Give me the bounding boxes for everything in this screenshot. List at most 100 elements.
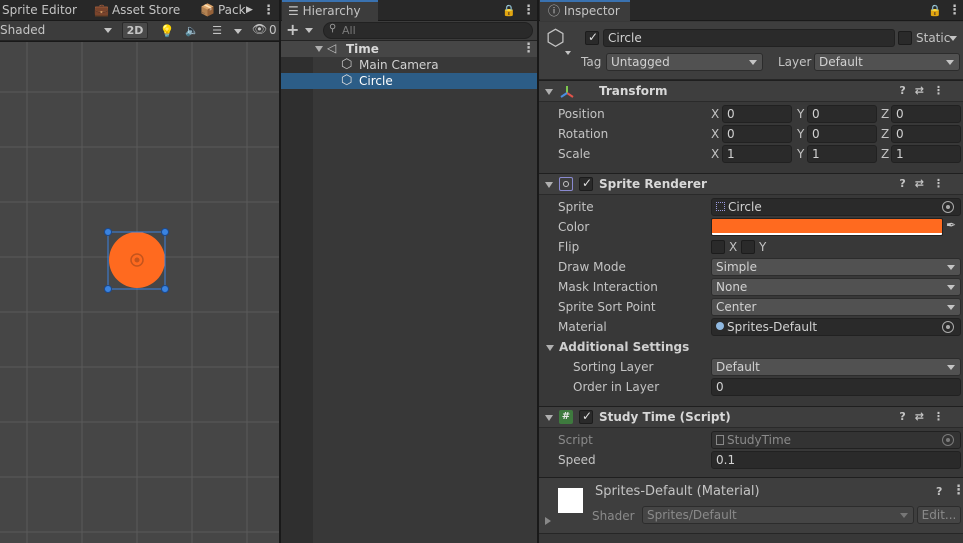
gameobject-icon[interactable]: ⬡: [546, 26, 565, 51]
material-object-field[interactable]: Sprites-Default: [711, 318, 961, 336]
component-header-icons: ?⇄⋮: [899, 84, 953, 97]
study-time-header[interactable]: # ✓ Study Time (Script) ?⇄⋮: [539, 406, 963, 428]
inspector-tab-bar: ⓘ Inspector 🔒 ⋮: [539, 0, 963, 21]
transform-axes-icon: [560, 86, 574, 98]
object-name-input[interactable]: Circle: [603, 29, 895, 47]
fold-arrow-icon[interactable]: [545, 182, 553, 188]
color-field[interactable]: [711, 218, 943, 236]
hierarchy-search-input[interactable]: ⚲ All: [323, 22, 533, 39]
speed-field[interactable]: 0.1: [711, 451, 961, 469]
chevron-down-icon: [104, 28, 112, 33]
fold-arrow-icon[interactable]: [545, 415, 553, 421]
scale-y-field[interactable]: 1: [807, 145, 877, 163]
eyedropper-icon[interactable]: ✒: [946, 218, 956, 232]
scene-row-menu-icon[interactable]: ⋮: [522, 41, 535, 57]
component-header-icons: ?⇄⋮: [899, 410, 953, 423]
object-picker-icon[interactable]: [942, 201, 954, 213]
component-menu-icon[interactable]: ⋮: [933, 410, 953, 423]
checkmark-icon: ✓: [582, 176, 593, 190]
material-preview-section: Sprites-Default (Material) ? ⋮ Shader Sp…: [539, 477, 963, 534]
layer-dropdown[interactable]: Default: [814, 53, 960, 71]
rotation-z-field[interactable]: 0: [891, 125, 961, 143]
effects-toggle-icon[interactable]: ☰: [207, 22, 227, 39]
scene-menu-icon[interactable]: ⋮: [262, 0, 275, 21]
tab-overflow-arrow[interactable]: ▶: [246, 0, 253, 21]
flip-y-checkbox[interactable]: [741, 240, 755, 254]
help-icon[interactable]: ?: [899, 410, 914, 423]
lighting-toggle-icon[interactable]: 💡: [157, 22, 177, 39]
add-dropdown-chevron-icon[interactable]: [305, 28, 313, 33]
hidden-objects-toggle[interactable]: 👁 0: [250, 22, 279, 39]
sprite-renderer-enabled-checkbox[interactable]: ✓: [579, 176, 593, 191]
order-in-layer-field[interactable]: 0: [711, 378, 961, 396]
component-menu-icon[interactable]: ⋮: [933, 177, 953, 190]
preset-icon[interactable]: ⇄: [915, 410, 933, 423]
sprite-renderer-header[interactable]: ✓ Sprite Renderer ?⇄⋮: [539, 173, 963, 195]
tab-package-manager[interactable]: 📦 Pack: [200, 0, 246, 21]
material-icon: [716, 322, 724, 330]
material-menu-icon[interactable]: ⋮: [952, 483, 963, 498]
preset-icon[interactable]: ⇄: [915, 177, 933, 190]
script-enabled-checkbox[interactable]: ✓: [579, 409, 593, 424]
add-icon[interactable]: +: [286, 20, 299, 39]
component-menu-icon[interactable]: ⋮: [933, 84, 953, 97]
rotation-y-field[interactable]: 0: [807, 125, 877, 143]
scale-z-field[interactable]: 1: [891, 145, 961, 163]
help-icon[interactable]: ?: [936, 485, 942, 498]
help-icon[interactable]: ?: [899, 84, 914, 97]
preset-icon[interactable]: ⇄: [915, 84, 933, 97]
shader-dropdown[interactable]: Sprites/Default: [642, 506, 914, 524]
effects-dropdown-chevron-icon[interactable]: [234, 29, 242, 34]
tab-inspector[interactable]: ⓘ Inspector: [540, 0, 630, 21]
position-x-field[interactable]: 0: [722, 105, 792, 123]
inspector-menu-icon[interactable]: ⋮: [948, 0, 961, 21]
fold-arrow-icon: [546, 345, 554, 351]
rotation-x-field[interactable]: 0: [722, 125, 792, 143]
lock-icon[interactable]: 🔒: [502, 0, 516, 21]
help-icon[interactable]: ?: [899, 177, 914, 190]
fold-arrow-icon[interactable]: [545, 89, 553, 95]
tab-asset-store[interactable]: 💼 Asset Store: [94, 0, 180, 21]
active-checkbox[interactable]: ✓: [585, 30, 599, 45]
bag-icon: 💼: [94, 3, 109, 17]
hierarchy-menu-icon[interactable]: ⋮: [522, 0, 535, 21]
draw-mode-dropdown[interactable]: Simple: [711, 258, 961, 276]
expand-arrow-icon[interactable]: [315, 46, 323, 52]
selected-circle-sprite[interactable]: [104, 228, 169, 293]
static-checkbox[interactable]: [898, 31, 912, 45]
chevron-down-icon: [947, 305, 955, 310]
scene-grid: [0, 42, 279, 543]
hierarchy-item-circle[interactable]: ⬡ Circle: [281, 73, 537, 89]
inspector-lock-icon[interactable]: 🔒: [928, 0, 942, 21]
unity-scene-icon: ◁: [327, 41, 337, 55]
tag-dropdown[interactable]: Untagged: [606, 53, 763, 71]
scale-x-field[interactable]: 1: [722, 145, 792, 163]
transform-header[interactable]: Transform ?⇄⋮: [539, 80, 963, 102]
hierarchy-item-main-camera[interactable]: ⬡ Main Camera: [281, 57, 537, 73]
icon-picker-chevron-icon[interactable]: [565, 51, 571, 55]
mask-interaction-dropdown[interactable]: None: [711, 278, 961, 296]
shading-mode-dropdown[interactable]: Shaded: [0, 21, 116, 40]
scene-viewport[interactable]: [0, 42, 279, 543]
additional-settings-foldout[interactable]: Additional Settings: [543, 338, 843, 358]
static-dropdown-chevron-icon[interactable]: [949, 36, 957, 41]
package-icon: 📦: [200, 3, 215, 17]
toggle-2d-button[interactable]: 2D: [122, 22, 148, 39]
chevron-down-icon: [946, 60, 954, 65]
fold-arrow-icon[interactable]: [545, 517, 551, 525]
position-z-field[interactable]: 0: [891, 105, 961, 123]
sprite-renderer-icon: [559, 177, 573, 191]
flip-x-checkbox[interactable]: [711, 240, 725, 254]
object-picker-icon[interactable]: [942, 321, 954, 333]
tab-hierarchy[interactable]: ☰ Hierarchy: [282, 0, 378, 21]
tab-sprite-editor[interactable]: Sprite Editor: [2, 0, 77, 21]
scene-tab-bar: Sprite Editor 💼 Asset Store 📦 Pack ▶ ⋮: [0, 0, 279, 21]
edit-shader-button[interactable]: Edit...: [917, 506, 961, 524]
scene-header-row[interactable]: ◁ Time ⋮: [281, 41, 537, 57]
object-header: ⬡ ✓ Circle Static Tag Untagged Layer Def…: [539, 22, 963, 80]
position-y-field[interactable]: 0: [807, 105, 877, 123]
sprite-sort-point-dropdown[interactable]: Center: [711, 298, 961, 316]
audio-toggle-icon[interactable]: 🔈: [182, 22, 202, 39]
sorting-layer-dropdown[interactable]: Default: [711, 358, 961, 376]
sprite-object-field[interactable]: Circle: [711, 198, 961, 216]
